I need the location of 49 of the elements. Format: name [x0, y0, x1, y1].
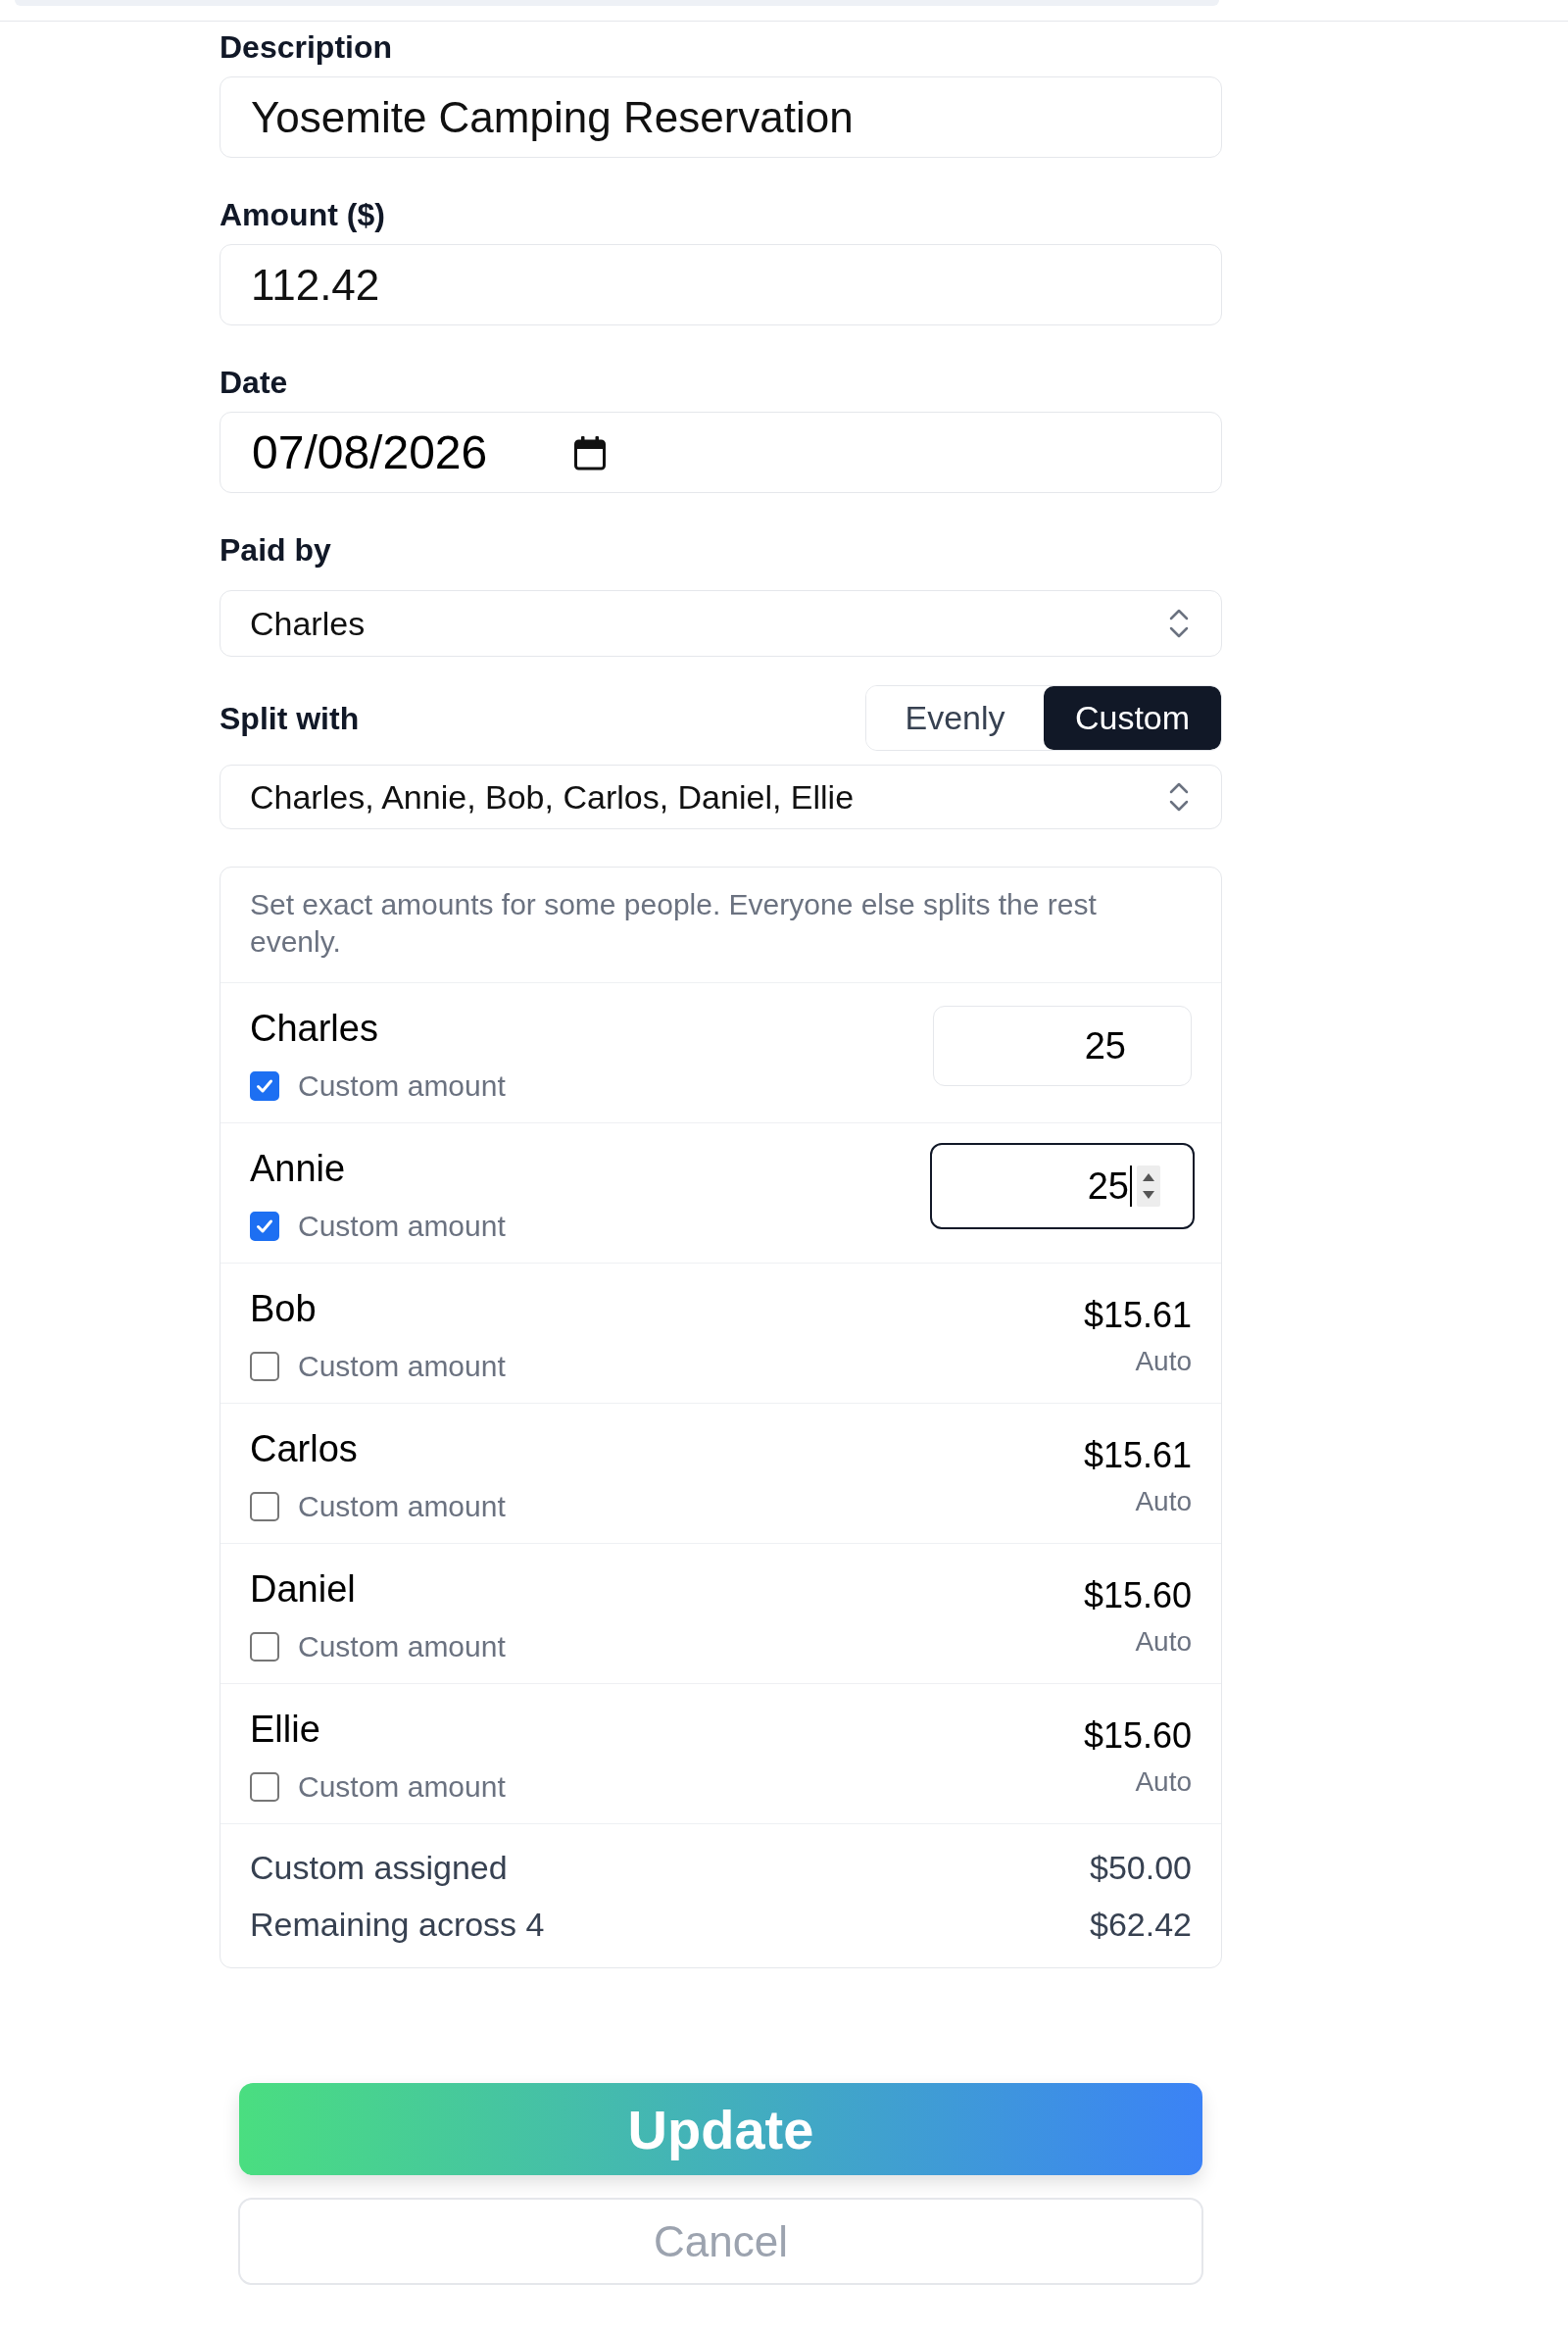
- field-label: Amount ($): [220, 196, 385, 233]
- amount-text: $15.61: [1083, 1294, 1192, 1337]
- date-field[interactable]: 07/08/2026: [220, 412, 1222, 493]
- text-field[interactable]: 112.42: [220, 244, 1222, 325]
- chevron-updown-icon: [1168, 780, 1190, 814]
- summary-value: $62.42: [1090, 1905, 1192, 1945]
- spinner-icon: [1137, 1166, 1160, 1207]
- field-label: Description: [220, 28, 393, 66]
- summary-label: Remaining across 4: [250, 1905, 545, 1945]
- person-name: Charles: [250, 1007, 378, 1051]
- checkbox[interactable]: [250, 1071, 279, 1101]
- person-name: Bob: [250, 1287, 317, 1331]
- caption-text: Auto: [1135, 1765, 1192, 1799]
- caption-text: Auto: [1135, 1485, 1192, 1518]
- calendar-icon: [573, 434, 608, 471]
- amount-input[interactable]: 25: [930, 1143, 1195, 1229]
- person-name: Ellie: [250, 1708, 320, 1752]
- amount-input[interactable]: 25: [933, 1006, 1192, 1086]
- summary-label: Custom assigned: [250, 1848, 508, 1888]
- dropdown-field[interactable]: Charles, Annie, Bob, Carlos, Daniel, Ellie: [220, 765, 1222, 829]
- person-name: Daniel: [250, 1567, 356, 1612]
- field-label: Paid by: [220, 531, 331, 569]
- text-cursor: [1130, 1166, 1132, 1207]
- checkbox-label: Custom amount: [298, 1769, 506, 1805]
- checkbox[interactable]: [250, 1632, 279, 1662]
- text-field[interactable]: Yosemite Camping Reservation: [220, 76, 1222, 158]
- summary-value: $50.00: [1090, 1848, 1192, 1888]
- caption-text: Auto: [1135, 1625, 1192, 1659]
- field-label: Split with: [220, 699, 360, 737]
- amount-text: $15.61: [1083, 1434, 1192, 1477]
- checkbox-label: Custom amount: [298, 1629, 506, 1664]
- checkbox[interactable]: [250, 1772, 279, 1802]
- segment-button[interactable]: Custom: [1044, 686, 1221, 750]
- person-name: Carlos: [250, 1427, 358, 1471]
- checkbox[interactable]: [250, 1212, 279, 1241]
- amount-text: $15.60: [1083, 1714, 1192, 1758]
- helper-text: Set exact amounts for some people. Everyone else splits the rest evenly.: [250, 887, 1098, 960]
- checkbox[interactable]: [250, 1492, 279, 1521]
- chevron-updown-icon: [1168, 607, 1190, 640]
- dropdown-field[interactable]: Charles: [220, 590, 1222, 657]
- checkbox[interactable]: [250, 1352, 279, 1381]
- checkbox-label: Custom amount: [298, 1489, 506, 1524]
- checkbox-label: Custom amount: [298, 1068, 506, 1104]
- person-name: Annie: [250, 1147, 346, 1191]
- field-label: Date: [220, 364, 288, 401]
- checkbox-label: Custom amount: [298, 1209, 506, 1244]
- caption-text: Auto: [1135, 1345, 1192, 1378]
- checkbox-label: Custom amount: [298, 1349, 506, 1384]
- amount-text: $15.60: [1083, 1574, 1192, 1617]
